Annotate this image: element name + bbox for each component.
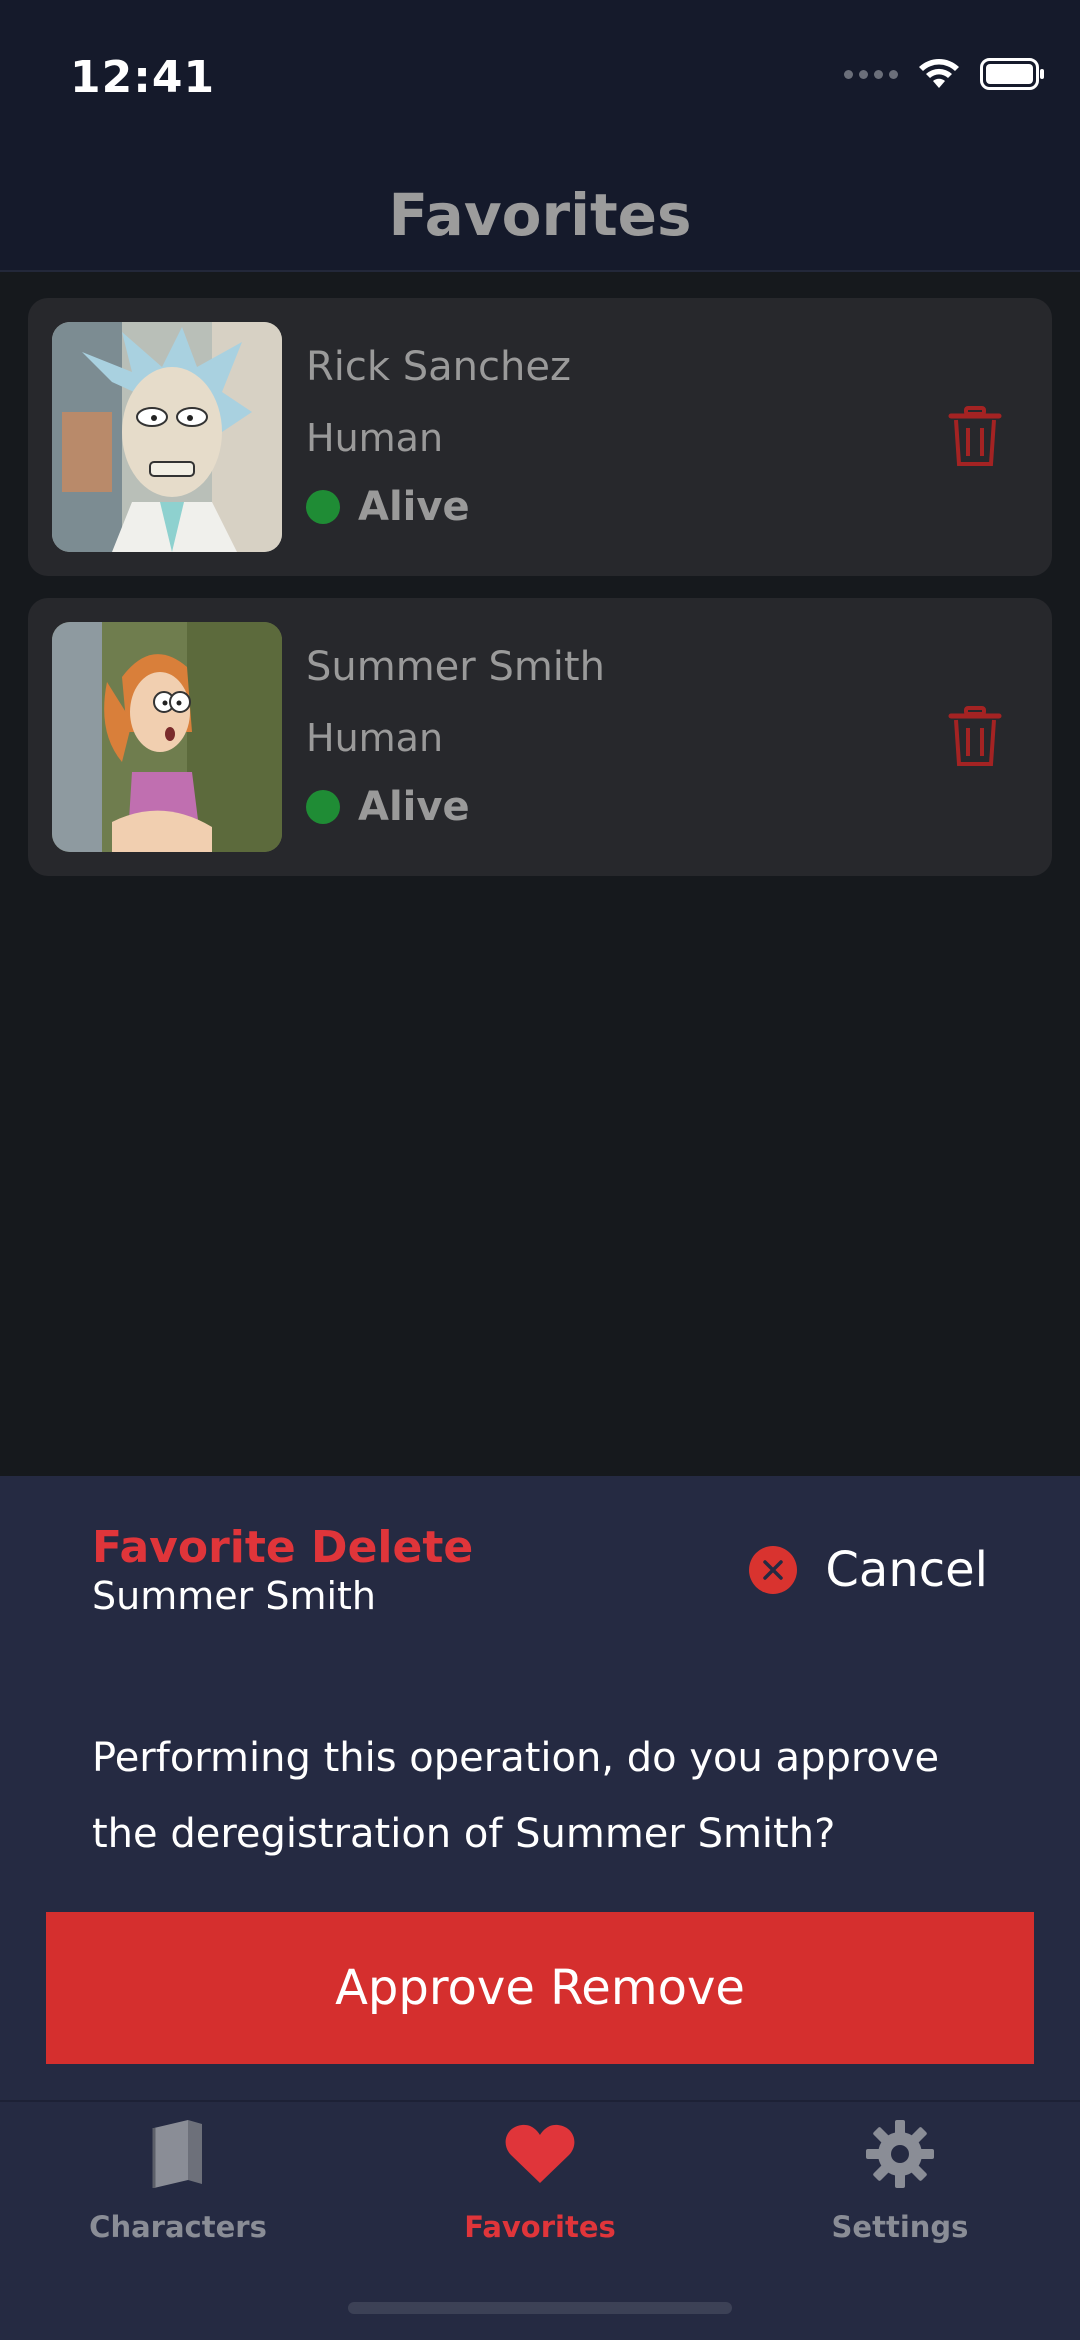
confirmation-message: Performing this operation, do you approv… [92,1735,940,1857]
battery-icon [980,58,1044,90]
heart-icon [502,2116,578,2192]
page-title: Favorites [388,181,692,249]
book-icon [140,2116,216,2192]
approve-remove-button[interactable]: Approve Remove [46,1912,1034,2064]
gear-icon [862,2116,938,2192]
status-dot-icon [306,490,340,524]
wifi-icon [919,59,959,88]
status-label: Alive [358,784,470,830]
status-bar: 12:41 [0,0,1080,160]
trash-icon [948,406,1002,466]
status-time: 12:41 [70,52,216,103]
nav-header: Favorites [0,160,1080,272]
favorite-card-rick[interactable]: Rick Sanchez Human Alive [28,298,1052,576]
delete-favorite-button[interactable] [948,706,1002,768]
cancel-button[interactable]: Cancel [749,1542,988,1598]
rick-avatar [52,322,282,552]
favorites-list: Rick Sanchez Human Alive Summer Smith Hu… [28,298,1052,898]
sheet-title: Favorite Delete [92,1522,474,1573]
favorite-card-summer[interactable]: Summer Smith Human Alive [28,598,1052,876]
close-circle-icon [749,1546,798,1594]
tab-label: Characters [89,2210,267,2244]
summer-avatar [52,622,282,852]
trash-icon [948,706,1002,766]
character-species: Human [306,416,444,460]
home-indicator [348,2302,732,2314]
cancel-label: Cancel [825,1542,988,1598]
status-dot-icon [306,790,340,824]
tab-label: Favorites [464,2210,616,2244]
character-species: Human [306,716,444,760]
character-name: Rick Sanchez [306,344,571,390]
status-label: Alive [358,484,470,530]
status-icons [844,58,1046,90]
cellular-signal-icon [844,69,898,79]
tab-settings[interactable]: Settings [750,2116,1050,2256]
delete-favorite-button[interactable] [948,406,1002,468]
delete-confirmation-sheet: Favorite Delete Summer Smith Cancel Perf… [0,1476,1080,2100]
tab-characters[interactable]: Characters [28,2116,328,2256]
tab-label: Settings [831,2210,969,2244]
character-status: Alive [306,484,470,530]
character-name: Summer Smith [306,644,605,690]
tab-favorites[interactable]: Favorites [390,2116,690,2256]
sheet-subtitle: Summer Smith [92,1574,376,1618]
character-status: Alive [306,784,470,830]
